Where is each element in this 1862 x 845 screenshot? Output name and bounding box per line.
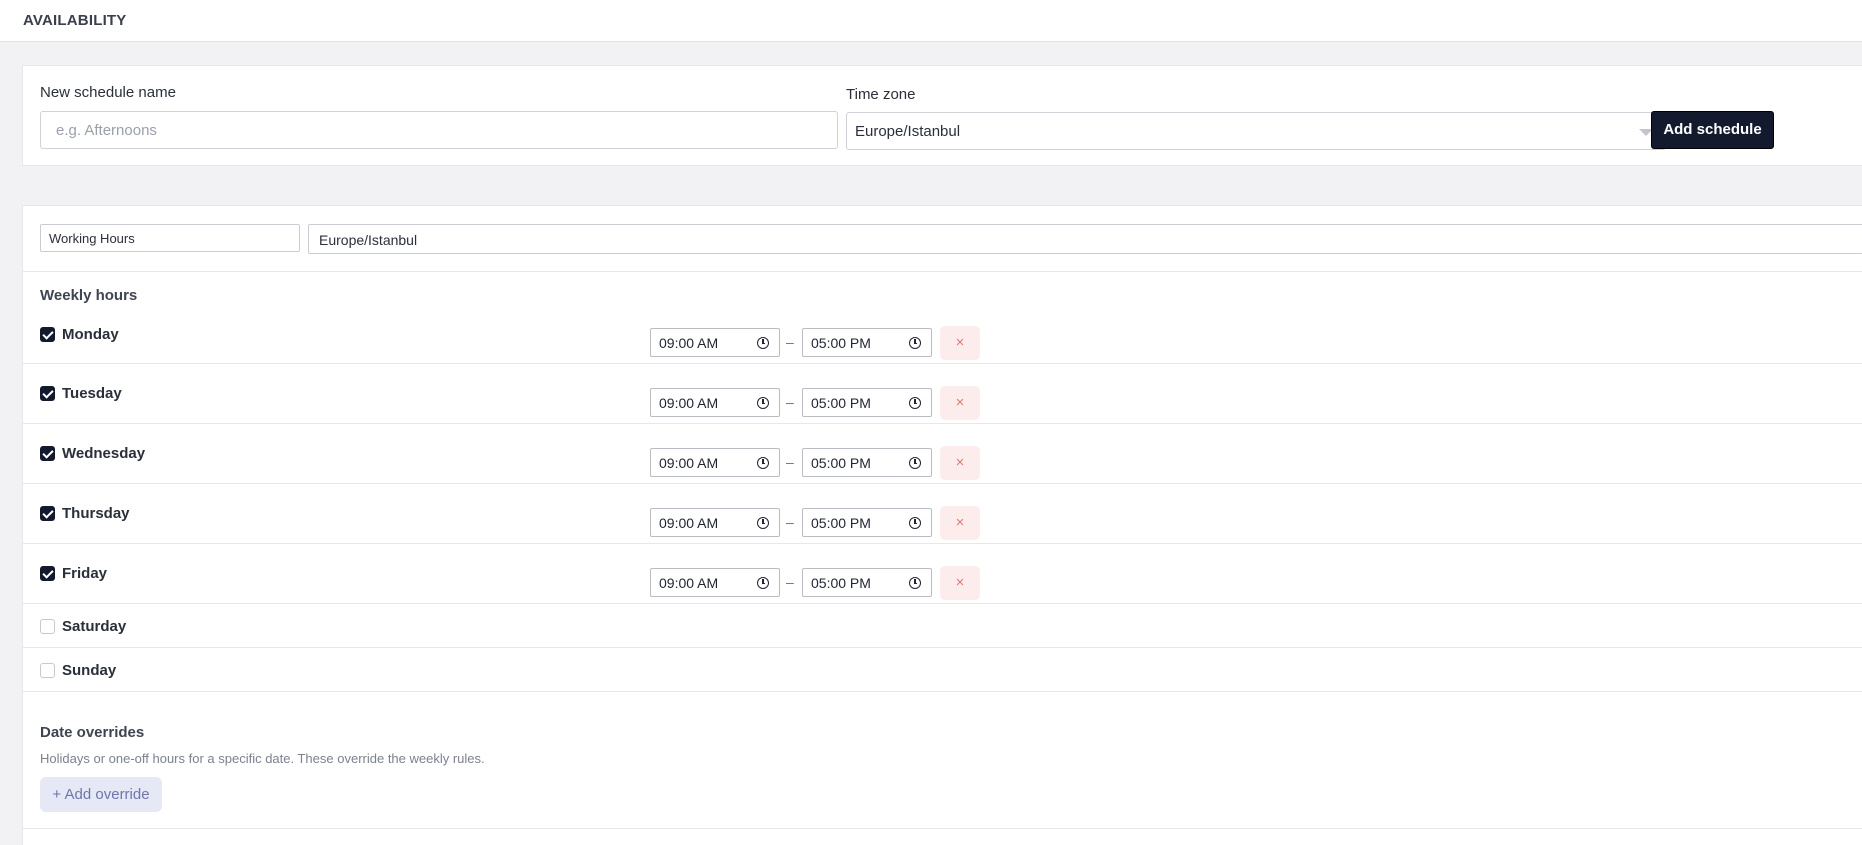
new-schedule-card: New schedule name Time zone Europe/Istan…: [22, 65, 1862, 166]
schedule-name-field[interactable]: Working Hours: [40, 224, 300, 252]
start-time-input[interactable]: 09:00 AM: [650, 388, 780, 417]
end-time-input[interactable]: 05:00 PM: [802, 328, 932, 357]
timezone-select-value: Europe/Istanbul: [855, 123, 961, 140]
day-label: Tuesday: [62, 385, 122, 402]
start-time-value: 09:00 AM: [659, 515, 719, 531]
end-time-input[interactable]: 05:00 PM: [802, 448, 932, 477]
end-time-input[interactable]: 05:00 PM: [802, 508, 932, 537]
day-row-tuesday: Tuesday 09:00 AM – 05:00 PM ×: [23, 364, 1862, 424]
remove-range-button[interactable]: ×: [940, 446, 980, 480]
day-label: Wednesday: [62, 445, 146, 462]
start-time-input[interactable]: 09:00 AM: [650, 448, 780, 477]
divider: [23, 828, 1862, 829]
clock-icon: [909, 457, 921, 469]
clock-icon: [909, 397, 921, 409]
page-title: AVAILABILITY: [23, 12, 127, 29]
add-override-button[interactable]: + Add override: [40, 777, 162, 812]
end-time-value: 05:00 PM: [811, 515, 871, 531]
start-time-input[interactable]: 09:00 AM: [650, 568, 780, 597]
close-icon: ×: [955, 574, 965, 591]
close-icon: ×: [955, 454, 965, 471]
day-row-saturday: Saturday: [23, 604, 1862, 648]
day-label: Saturday: [62, 618, 127, 635]
end-time-value: 05:00 PM: [811, 395, 871, 411]
top-bar: AVAILABILITY: [0, 0, 1862, 42]
end-time-value: 05:00 PM: [811, 335, 871, 351]
day-label: Sunday: [62, 662, 117, 679]
day-row-monday: Monday 09:00 AM – 05:00 PM ×: [23, 304, 1862, 364]
start-time-input[interactable]: 09:00 AM: [650, 328, 780, 357]
start-time-value: 09:00 AM: [659, 455, 719, 471]
date-overrides-description: Holidays or one-off hours for a specific…: [40, 751, 485, 766]
end-time-input[interactable]: 05:00 PM: [802, 388, 932, 417]
start-time-value: 09:00 AM: [659, 395, 719, 411]
close-icon: ×: [955, 514, 965, 531]
start-time-value: 09:00 AM: [659, 335, 719, 351]
day-checkbox-wednesday[interactable]: [40, 446, 55, 461]
day-row-sunday: Sunday: [23, 648, 1862, 692]
close-icon: ×: [955, 334, 965, 351]
clock-icon: [757, 337, 769, 349]
clock-icon: [757, 517, 769, 529]
add-schedule-button[interactable]: Add schedule: [1651, 111, 1774, 149]
start-time-value: 09:00 AM: [659, 575, 719, 591]
day-checkbox-sunday[interactable]: [40, 663, 55, 678]
range-separator: –: [786, 574, 794, 590]
clock-icon: [909, 517, 921, 529]
range-separator: –: [786, 334, 794, 350]
day-row-wednesday: Wednesday 09:00 AM – 05:00 PM ×: [23, 424, 1862, 484]
range-separator: –: [786, 394, 794, 410]
range-separator: –: [786, 454, 794, 470]
clock-icon: [757, 397, 769, 409]
day-label: Monday: [62, 326, 119, 343]
clock-icon: [757, 577, 769, 589]
timezone-select[interactable]: Europe/Istanbul: [846, 112, 1666, 150]
day-label: Thursday: [62, 505, 130, 522]
schedule-name-label: New schedule name: [40, 84, 176, 101]
day-checkbox-saturday[interactable]: [40, 619, 55, 634]
start-time-input[interactable]: 09:00 AM: [650, 508, 780, 537]
day-label: Friday: [62, 565, 108, 582]
schedule-timezone-field[interactable]: Europe/Istanbul: [308, 224, 1862, 254]
close-icon: ×: [955, 394, 965, 411]
end-time-input[interactable]: 05:00 PM: [802, 568, 932, 597]
clock-icon: [909, 577, 921, 589]
clock-icon: [757, 457, 769, 469]
remove-range-button[interactable]: ×: [940, 326, 980, 360]
remove-range-button[interactable]: ×: [940, 506, 980, 540]
day-checkbox-friday[interactable]: [40, 566, 55, 581]
timezone-label: Time zone: [846, 86, 916, 103]
range-separator: –: [786, 514, 794, 530]
date-overrides-title: Date overrides: [40, 724, 145, 741]
end-time-value: 05:00 PM: [811, 455, 871, 471]
day-checkbox-thursday[interactable]: [40, 506, 55, 521]
schedule-header: Working Hours Europe/Istanbul: [23, 206, 1862, 272]
remove-range-button[interactable]: ×: [940, 566, 980, 600]
day-row-thursday: Thursday 09:00 AM – 05:00 PM ×: [23, 484, 1862, 544]
weekly-hours-title: Weekly hours: [40, 287, 138, 304]
schedule-name-input[interactable]: [40, 111, 838, 149]
clock-icon: [909, 337, 921, 349]
end-time-value: 05:00 PM: [811, 575, 871, 591]
day-checkbox-monday[interactable]: [40, 327, 55, 342]
day-row-friday: Friday 09:00 AM – 05:00 PM ×: [23, 544, 1862, 604]
day-checkbox-tuesday[interactable]: [40, 386, 55, 401]
schedule-card: Working Hours Europe/Istanbul Weekly hou…: [22, 205, 1862, 845]
remove-range-button[interactable]: ×: [940, 386, 980, 420]
